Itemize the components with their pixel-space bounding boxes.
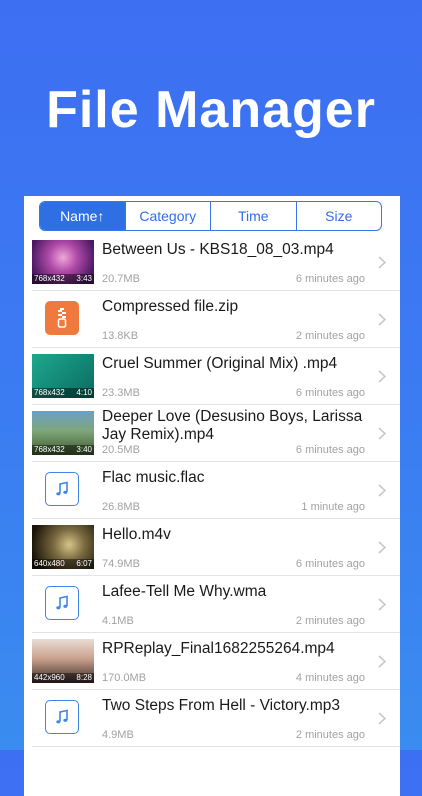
file-row[interactable]: 768x432 4:10 Cruel Summer (Original Mix) … [24, 348, 400, 405]
file-name: Deeper Love (Desusino Boys, Larissa Jay … [102, 408, 363, 443]
file-row[interactable]: Flac music.flac 26.8MB 1 minute ago [24, 462, 400, 519]
sort-tab-name[interactable]: Name↑ [40, 202, 125, 230]
thumbnail-duration: 3:40 [76, 445, 92, 454]
chevron-right-icon [378, 598, 386, 611]
file-name: Two Steps From Hell - Victory.mp3 [102, 697, 341, 714]
sort-tab-time[interactable]: Time [210, 202, 296, 230]
file-size: 26.8MB [102, 501, 140, 513]
file-size: 170.0MB [102, 672, 147, 684]
file-size: 20.7MB [102, 273, 140, 285]
file-name: Hello.m4v [102, 526, 171, 543]
chevron-right-icon [378, 313, 386, 326]
file-time: 6 minutes ago [295, 387, 365, 399]
file-time: 4 minutes ago [295, 672, 365, 684]
file-size: 4.9MB [102, 729, 134, 741]
file-name: Cruel Summer (Original Mix) .mp4 [102, 355, 338, 372]
thumbnail-duration: 3:43 [76, 274, 92, 283]
file-size: 23.3MB [102, 387, 140, 399]
file-row[interactable]: 640x480 6:07 Hello.m4v 74.9MB 6 minutes a… [24, 519, 400, 576]
video-thumbnail: 442x960 8:28 [32, 639, 94, 683]
music-note-icon [45, 586, 79, 620]
chevron-right-icon [378, 370, 386, 383]
sort-tab-size[interactable]: Size [295, 202, 382, 230]
video-thumbnail: 768x432 3:43 [32, 240, 94, 284]
file-row[interactable]: 768x432 3:43 Between Us - KBS18_08_03.mp4… [24, 234, 400, 291]
chevron-right-icon [378, 427, 386, 440]
file-size: 13.8KB [102, 330, 139, 342]
file-row[interactable]: Lafee-Tell Me Why.wma 4.1MB 2 minutes ag… [24, 576, 400, 633]
file-size: 4.1MB [102, 615, 134, 627]
thumbnail-duration: 8:28 [76, 673, 92, 682]
file-size: 74.9MB [102, 558, 140, 570]
thumbnail-duration: 6:07 [76, 559, 92, 568]
video-thumbnail: 768x432 3:40 [32, 411, 94, 455]
chevron-right-icon [378, 256, 386, 269]
file-time: 6 minutes ago [295, 273, 365, 285]
file-name: Compressed file.zip [102, 298, 239, 315]
chevron-right-icon [378, 712, 386, 725]
music-note-icon [45, 472, 79, 506]
file-time: 2 minutes ago [295, 330, 365, 342]
chevron-right-icon [378, 541, 386, 554]
file-time: 6 minutes ago [295, 558, 365, 570]
thumbnail-duration: 4:10 [76, 388, 92, 397]
file-size: 20.5MB [102, 444, 140, 456]
thumbnail-resolution: 768x432 [34, 274, 65, 283]
file-row[interactable]: 768x432 3:40 Deeper Love (Desusino Boys, … [24, 405, 400, 462]
thumbnail-resolution: 442x960 [34, 673, 65, 682]
zip-icon [45, 301, 79, 335]
file-name: Lafee-Tell Me Why.wma [102, 583, 267, 600]
video-thumbnail: 640x480 6:07 [32, 525, 94, 569]
file-name: Between Us - KBS18_08_03.mp4 [102, 241, 334, 258]
thumbnail-resolution: 768x432 [34, 388, 65, 397]
file-name: Flac music.flac [102, 469, 205, 486]
thumbnail-resolution: 768x432 [34, 445, 65, 454]
sort-tab-category[interactable]: Category [124, 202, 211, 230]
file-name: RPReplay_Final1682255264.mp4 [102, 640, 335, 657]
file-time: 2 minutes ago [295, 729, 365, 741]
app-headline: File Manager [46, 81, 376, 139]
file-row[interactable]: Compressed file.zip 13.8KB 2 minutes ago [24, 291, 400, 348]
sort-segmented-control: Name↑ Category Time Size [39, 201, 382, 231]
file-time: 6 minutes ago [295, 444, 365, 456]
thumbnail-resolution: 640x480 [34, 559, 65, 568]
file-list-card: Name↑ Category Time Size 768x432 3:43 Bet… [24, 196, 400, 796]
file-time: 1 minute ago [301, 501, 365, 513]
file-row[interactable]: Two Steps From Hell - Victory.mp3 4.9MB … [24, 690, 400, 747]
file-time: 2 minutes ago [295, 615, 365, 627]
file-row[interactable]: 442x960 8:28 RPReplay_Final1682255264.mp4… [24, 633, 400, 690]
music-note-icon [45, 700, 79, 734]
chevron-right-icon [378, 655, 386, 668]
chevron-right-icon [378, 484, 386, 497]
video-thumbnail: 768x432 4:10 [32, 354, 94, 398]
